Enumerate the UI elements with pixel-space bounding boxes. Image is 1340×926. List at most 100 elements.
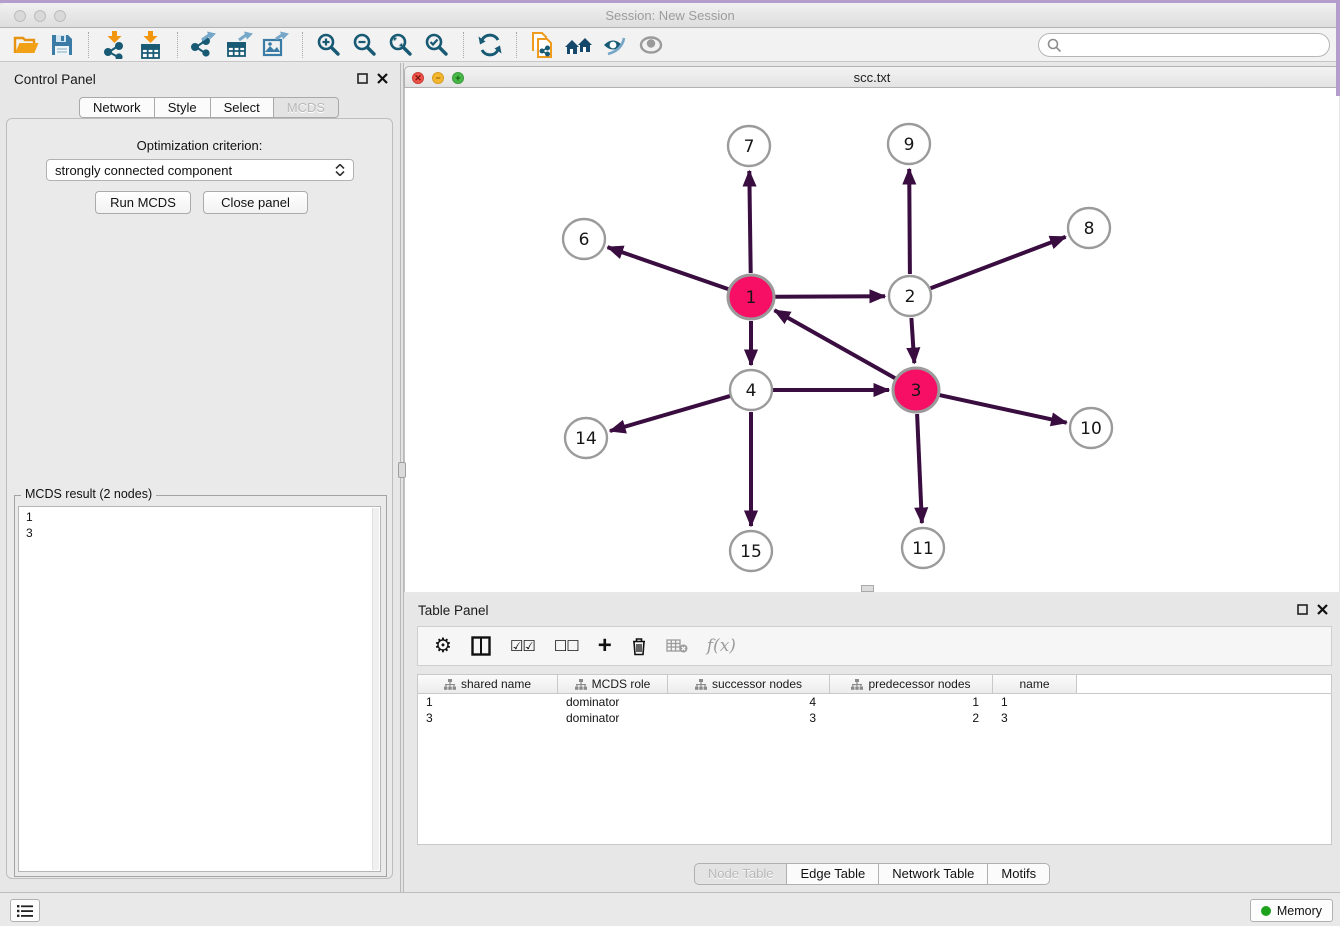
zoom-selected-icon[interactable] [419,30,455,60]
column-header-name[interactable]: name [993,675,1077,694]
graph-edge-3-1[interactable] [775,310,896,378]
result-scrollbar[interactable] [372,508,379,870]
graph-node-2[interactable]: 2 [889,276,931,316]
import-network-icon[interactable] [97,30,133,60]
network-zoom-button[interactable]: + [452,72,464,84]
table-row[interactable]: 3dominator323 [418,710,1331,726]
graph-node-7[interactable]: 7 [728,126,770,166]
unselect-all-columns-icon[interactable]: ☐☐ [554,637,579,655]
network-minimize-button[interactable]: − [432,72,444,84]
network-window-titlebar[interactable]: ✕ − + scc.txt [404,66,1340,88]
close-panel-icon[interactable] [377,73,388,84]
splitter-handle[interactable] [398,462,406,478]
graph-edge-1-2[interactable] [775,296,885,297]
table-cell[interactable]: 1 [993,694,1077,710]
table-cell[interactable]: 4 [668,694,830,710]
close-window-button[interactable] [14,10,26,22]
close-panel-button[interactable]: Close panel [203,191,308,214]
toolbar-separator [302,32,303,58]
table-cell[interactable]: 2 [830,710,993,726]
node-table: shared nameMCDS rolesuccessor nodesprede… [417,674,1332,845]
export-network-icon[interactable] [186,30,222,60]
graph-node-4[interactable]: 4 [730,370,772,410]
network-close-button[interactable]: ✕ [412,72,424,84]
hide-graphics-details-icon[interactable] [597,30,633,60]
select-all-columns-icon[interactable]: ☑☑ [510,637,535,655]
network-overview-icon[interactable] [561,30,597,60]
minimize-window-button[interactable] [34,10,46,22]
zoom-out-icon[interactable] [347,30,383,60]
table-settings-icon[interactable]: ⚙ [434,636,452,656]
canvas-splitter-handle[interactable] [861,585,874,592]
tab-node-table[interactable]: Node Table [694,863,787,885]
table-cell[interactable]: 1 [418,694,558,710]
zoom-window-button[interactable] [54,10,66,22]
graph-node-15[interactable]: 15 [730,531,772,571]
table-cell[interactable]: 3 [418,710,558,726]
table-row[interactable]: 1dominator411 [418,694,1331,710]
refresh-layout-icon[interactable] [472,30,508,60]
graph-edge-3-11[interactable] [917,414,922,523]
clone-network-icon[interactable] [525,30,561,60]
search-input[interactable] [1067,38,1329,53]
delete-columns-icon[interactable] [631,637,647,656]
mcds-result-area[interactable]: 1 3 [18,506,381,872]
table-cell[interactable]: 3 [993,710,1077,726]
search-box[interactable] [1038,33,1330,57]
column-header-MCDS-role[interactable]: MCDS role [558,675,668,694]
close-table-panel-icon[interactable] [1317,604,1328,615]
dropdown-value: strongly connected component [55,163,232,178]
column-header-successor-nodes[interactable]: successor nodes [668,675,830,694]
add-column-icon[interactable]: + [598,636,612,656]
zoom-in-icon[interactable] [311,30,347,60]
column-header-predecessor-nodes[interactable]: predecessor nodes [830,675,993,694]
graph-node-11[interactable]: 11 [902,528,944,568]
show-graphics-details-icon[interactable] [633,30,669,60]
float-panel-icon[interactable] [357,73,368,84]
graph-node-14[interactable]: 14 [565,418,607,458]
graph-edge-4-14[interactable] [610,396,730,431]
tab-style[interactable]: Style [154,97,210,118]
optimization-criterion-dropdown[interactable]: strongly connected component [46,159,354,181]
zoom-fit-icon[interactable] [383,30,419,60]
graph-edge-2-8[interactable] [931,237,1066,288]
panel-splitter[interactable] [400,63,404,892]
import-table-icon[interactable] [133,30,169,60]
export-image-icon[interactable] [258,30,294,60]
tab-edge-table[interactable]: Edge Table [786,863,878,885]
graph-node-6[interactable]: 6 [563,219,605,259]
graph-edge-3-10[interactable] [940,395,1067,423]
graph-node-1[interactable]: 1 [728,275,774,319]
tab-mcds[interactable]: MCDS [273,97,339,118]
graph-edge-1-7[interactable] [749,171,750,273]
float-table-panel-icon[interactable] [1297,604,1308,615]
export-table-icon[interactable] [222,30,258,60]
show-column-panel-icon[interactable] [471,636,491,656]
run-mcds-button[interactable]: Run MCDS [95,191,191,214]
graph-node-9[interactable]: 9 [888,124,930,164]
graph-edge-2-3[interactable] [911,318,914,363]
mcds-panel: Optimization criterion: strongly connect… [6,118,393,879]
column-header-shared-name[interactable]: shared name [418,675,558,694]
graph-node-3[interactable]: 3 [893,368,939,412]
memory-status-icon [1261,906,1271,916]
save-session-icon[interactable] [44,30,80,60]
graph-node-10[interactable]: 10 [1070,408,1112,448]
table-cell[interactable]: dominator [558,694,668,710]
tab-network-table[interactable]: Network Table [878,863,987,885]
graph-edge-1-6[interactable] [608,247,729,289]
open-session-icon[interactable] [8,30,44,60]
graph-edge-2-9[interactable] [909,169,910,274]
tab-network[interactable]: Network [79,97,154,118]
tab-motifs[interactable]: Motifs [987,863,1050,885]
graph-node-8[interactable]: 8 [1068,208,1110,248]
memory-button[interactable]: Memory [1250,899,1333,922]
tab-select[interactable]: Select [210,97,273,118]
table-cell[interactable]: dominator [558,710,668,726]
network-canvas[interactable]: 1 2 3 4 6 7 8 9 10 11 14 15 [404,88,1340,592]
tasks-button[interactable] [10,899,40,922]
mcds-result-title: MCDS result (2 nodes) [21,487,156,501]
table-cell[interactable]: 3 [668,710,830,726]
table-cell[interactable]: 1 [830,694,993,710]
table-panel-title: Table Panel [418,603,489,618]
